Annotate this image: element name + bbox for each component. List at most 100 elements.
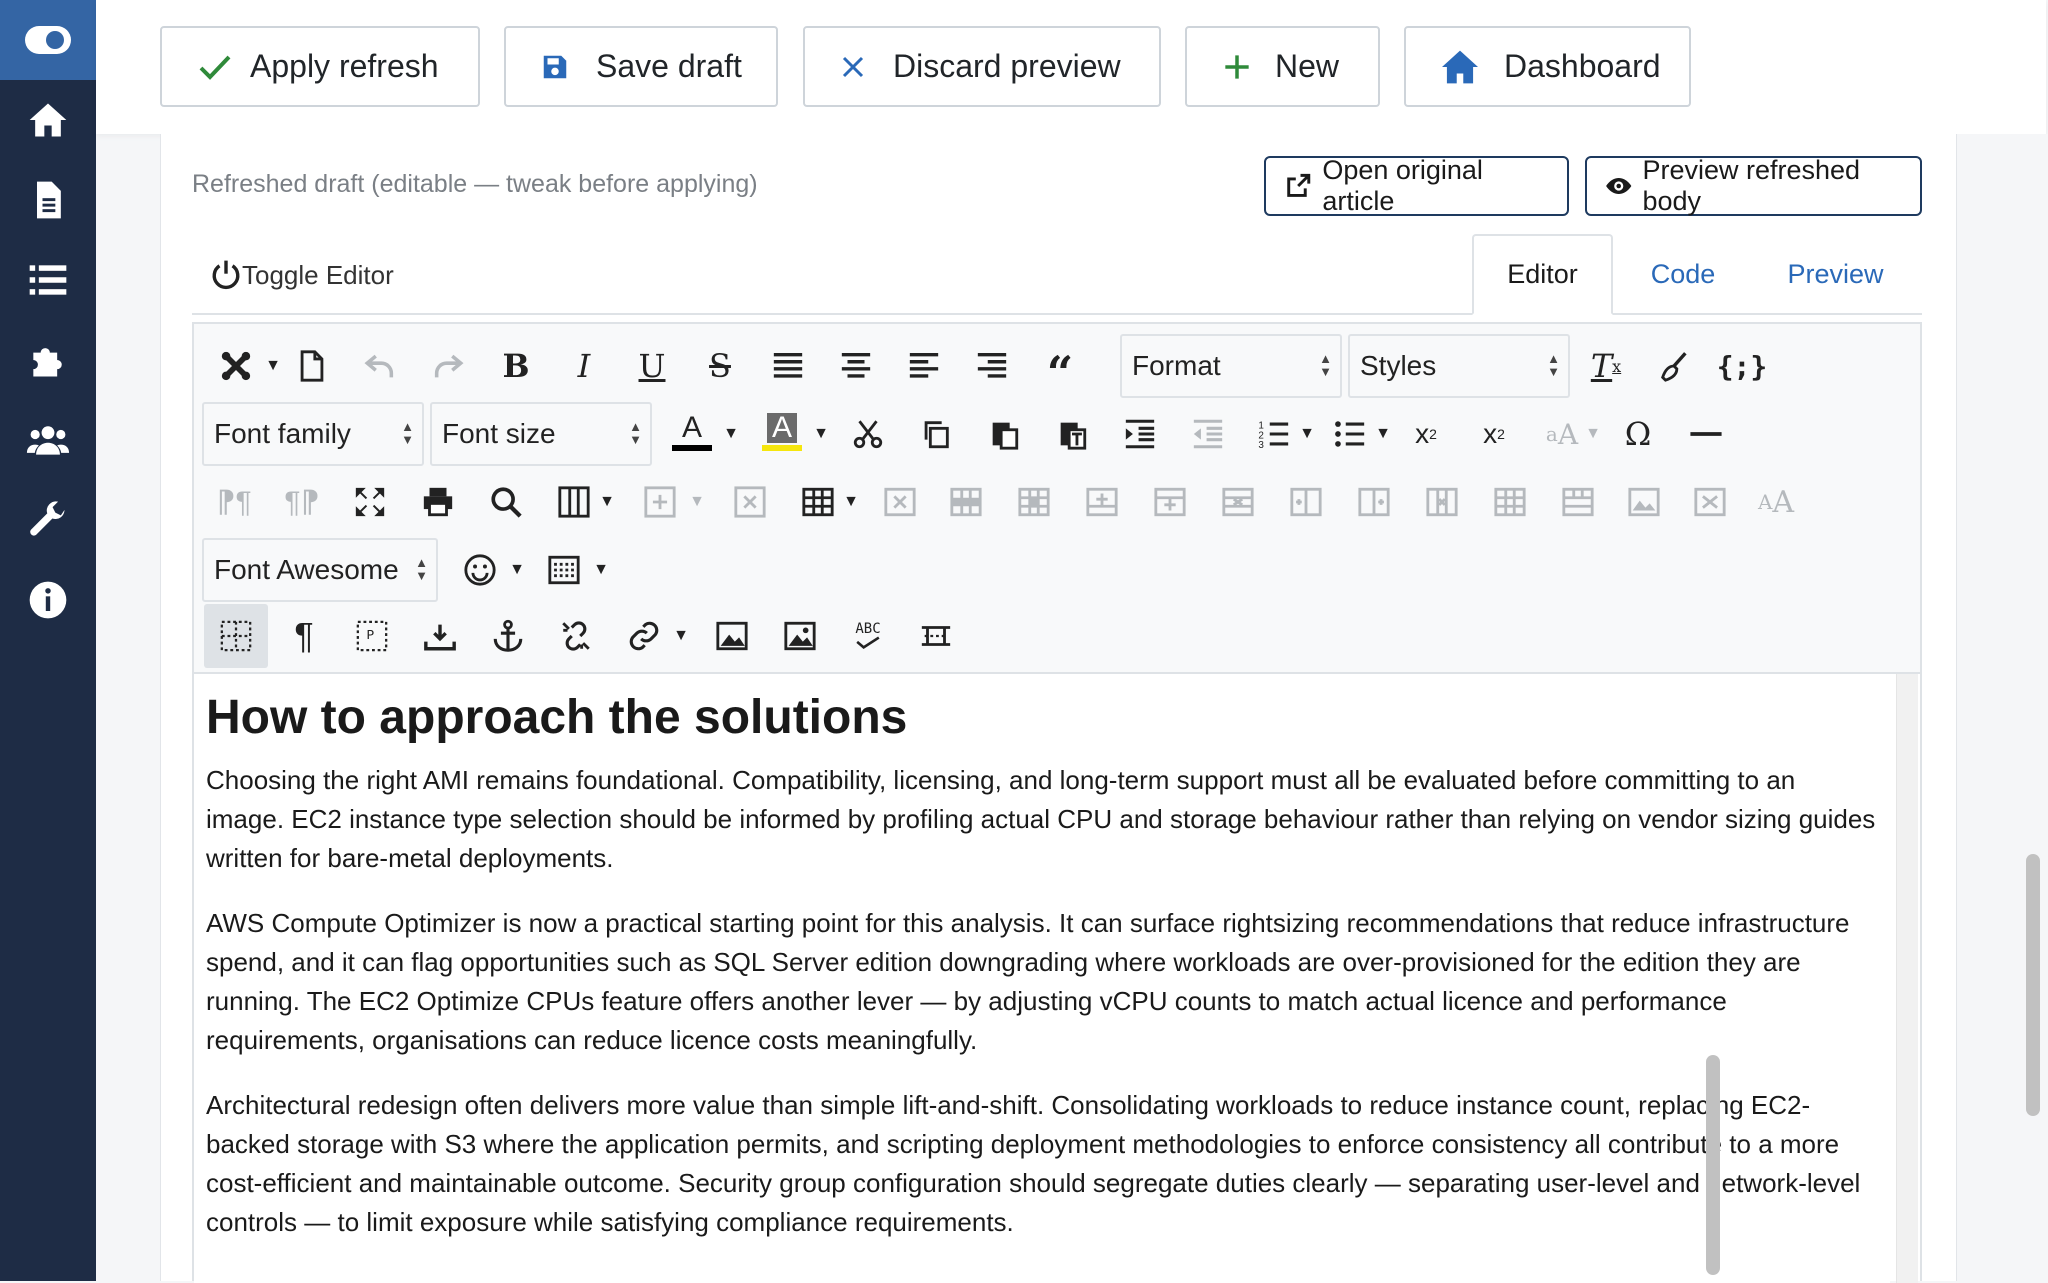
remove-image-icon[interactable] — [1684, 474, 1736, 530]
visual-blocks-icon[interactable] — [210, 608, 262, 664]
print-icon[interactable] — [412, 474, 464, 530]
delete-column-icon[interactable] — [724, 474, 776, 530]
merge-cells-icon[interactable] — [1552, 474, 1604, 530]
insert-column-after-icon[interactable] — [1348, 474, 1400, 530]
edit-image-icon[interactable] — [774, 608, 826, 664]
unlink-icon[interactable] — [550, 608, 602, 664]
subscript-icon[interactable]: x2 — [1400, 406, 1452, 462]
tools-icon[interactable] — [0, 492, 96, 548]
emoji-icon[interactable] — [454, 542, 506, 598]
chevron-down-icon[interactable]: ▼ — [722, 406, 740, 462]
tab-preview[interactable]: Preview — [1768, 234, 1903, 315]
outdent-icon[interactable] — [1182, 406, 1234, 462]
horizontal-rule-icon[interactable] — [1680, 406, 1732, 462]
paste-text-icon[interactable] — [1046, 406, 1098, 462]
insert-image-icon[interactable] — [706, 608, 758, 664]
insert-block-icon[interactable] — [634, 474, 686, 530]
underline-icon[interactable]: U — [626, 338, 678, 394]
insert-row-before-icon[interactable] — [1076, 474, 1128, 530]
clear-formatting-icon[interactable]: Tx — [1580, 338, 1632, 394]
align-center-icon[interactable] — [830, 338, 882, 394]
cut-icon[interactable] — [842, 406, 894, 462]
editor-scrollbar-thumb[interactable] — [1706, 1055, 1720, 1275]
superscript-icon[interactable]: x2 — [1468, 406, 1520, 462]
paragraph-mark-icon[interactable]: ¶ — [278, 608, 330, 664]
visual-chars-icon[interactable]: P — [346, 608, 398, 664]
align-left-icon[interactable] — [898, 338, 950, 394]
font-awesome-select[interactable]: Font Awesome ▲ ▼ — [202, 538, 438, 602]
dashboard-button[interactable]: Dashboard — [1404, 26, 1691, 107]
indent-icon[interactable] — [1114, 406, 1166, 462]
joomla-icon[interactable] — [210, 338, 262, 394]
columns-icon[interactable] — [548, 474, 600, 530]
open-original-article-button[interactable]: Open original article — [1264, 155, 1569, 216]
delete-row-icon[interactable] — [1212, 474, 1264, 530]
bold-icon[interactable]: B — [490, 338, 542, 394]
new-document-icon[interactable] — [286, 338, 338, 394]
table-delete-icon[interactable] — [874, 474, 926, 530]
chevron-down-icon[interactable]: ▼ — [812, 406, 830, 462]
paste-icon[interactable] — [978, 406, 1030, 462]
text-color-icon[interactable]: A — [666, 404, 718, 460]
insert-column-before-icon[interactable] — [1280, 474, 1332, 530]
insert-row-after-icon[interactable] — [1144, 474, 1196, 530]
extensions-icon[interactable] — [0, 332, 96, 388]
search-icon[interactable] — [480, 474, 532, 530]
new-button[interactable]: New — [1185, 26, 1380, 107]
users-icon[interactable] — [0, 412, 96, 468]
chevron-down-icon[interactable]: ▼ — [672, 608, 690, 664]
rtl-icon[interactable]: ¶⁋ — [276, 474, 328, 530]
chevron-down-icon[interactable]: ▼ — [264, 338, 282, 394]
chevron-down-icon[interactable]: ▼ — [1298, 406, 1316, 462]
background-color-icon[interactable]: A — [756, 404, 808, 460]
delete-column-icon[interactable] — [1416, 474, 1468, 530]
cleanup-brush-icon[interactable] — [1648, 338, 1700, 394]
blockquote-icon[interactable]: “ — [1034, 338, 1086, 400]
link-icon[interactable] — [618, 608, 670, 664]
nonbreaking-space-icon[interactable] — [910, 608, 962, 664]
numbered-list-icon[interactable]: 123 — [1248, 406, 1300, 462]
font-size-select[interactable]: Font size ▲ ▼ — [430, 402, 652, 466]
preview-refreshed-body-button[interactable]: Preview refreshed body — [1585, 155, 1922, 216]
font-family-select[interactable]: Font family ▲ ▼ — [202, 402, 424, 466]
tab-editor[interactable]: Editor — [1472, 234, 1613, 315]
chevron-down-icon[interactable]: ▼ — [592, 542, 610, 598]
anchor-icon[interactable] — [482, 608, 534, 664]
strikethrough-icon[interactable]: S — [694, 338, 746, 394]
chevron-down-icon[interactable]: ▼ — [1584, 406, 1602, 462]
editor-content[interactable]: How to approach the solutions Choosing t… — [194, 674, 1890, 1283]
chevron-down-icon[interactable]: ▼ — [842, 474, 860, 530]
tab-code[interactable]: Code — [1630, 234, 1736, 315]
image-icon[interactable] — [1618, 474, 1670, 530]
toggle-menu-icon[interactable] — [0, 0, 96, 80]
page-break-icon[interactable] — [414, 608, 466, 664]
split-cells-icon[interactable] — [1484, 474, 1536, 530]
format-select[interactable]: Format ▲ ▼ — [1120, 334, 1342, 398]
table-icon[interactable] — [792, 474, 844, 530]
chevron-down-icon[interactable]: ▼ — [598, 474, 616, 530]
toggle-editor-button[interactable]: Toggle Editor — [210, 258, 394, 292]
align-justify-icon[interactable] — [762, 338, 814, 394]
styles-select[interactable]: Styles ▲ ▼ — [1348, 334, 1570, 398]
template-icon[interactable] — [538, 542, 590, 598]
page-scrollbar[interactable] — [2026, 854, 2040, 1116]
italic-icon[interactable]: I — [558, 338, 610, 394]
ltr-icon[interactable]: ⁋¶ — [208, 474, 260, 530]
discard-preview-button[interactable]: Discard preview — [803, 26, 1161, 107]
table-cell-props-icon[interactable] — [1008, 474, 1060, 530]
apply-refresh-button[interactable]: Apply refresh — [160, 26, 480, 107]
home-icon[interactable] — [0, 92, 96, 148]
bullet-list-icon[interactable] — [1324, 406, 1376, 462]
copy-icon[interactable] — [910, 406, 962, 462]
info-icon[interactable] — [0, 572, 96, 628]
save-draft-button[interactable]: Save draft — [504, 26, 778, 107]
editor-scrollbar-track[interactable] — [1896, 674, 1918, 1283]
spellcheck-icon[interactable]: ABC — [842, 608, 894, 664]
code-sample-icon[interactable]: {;} — [1716, 338, 1768, 394]
list-icon[interactable] — [0, 252, 96, 308]
chevron-down-icon[interactable]: ▼ — [688, 474, 706, 530]
chevron-down-icon[interactable]: ▼ — [508, 542, 526, 598]
undo-icon[interactable] — [354, 338, 406, 394]
table-row-props-icon[interactable] — [940, 474, 992, 530]
change-case-icon[interactable]: aA — [1536, 406, 1588, 462]
